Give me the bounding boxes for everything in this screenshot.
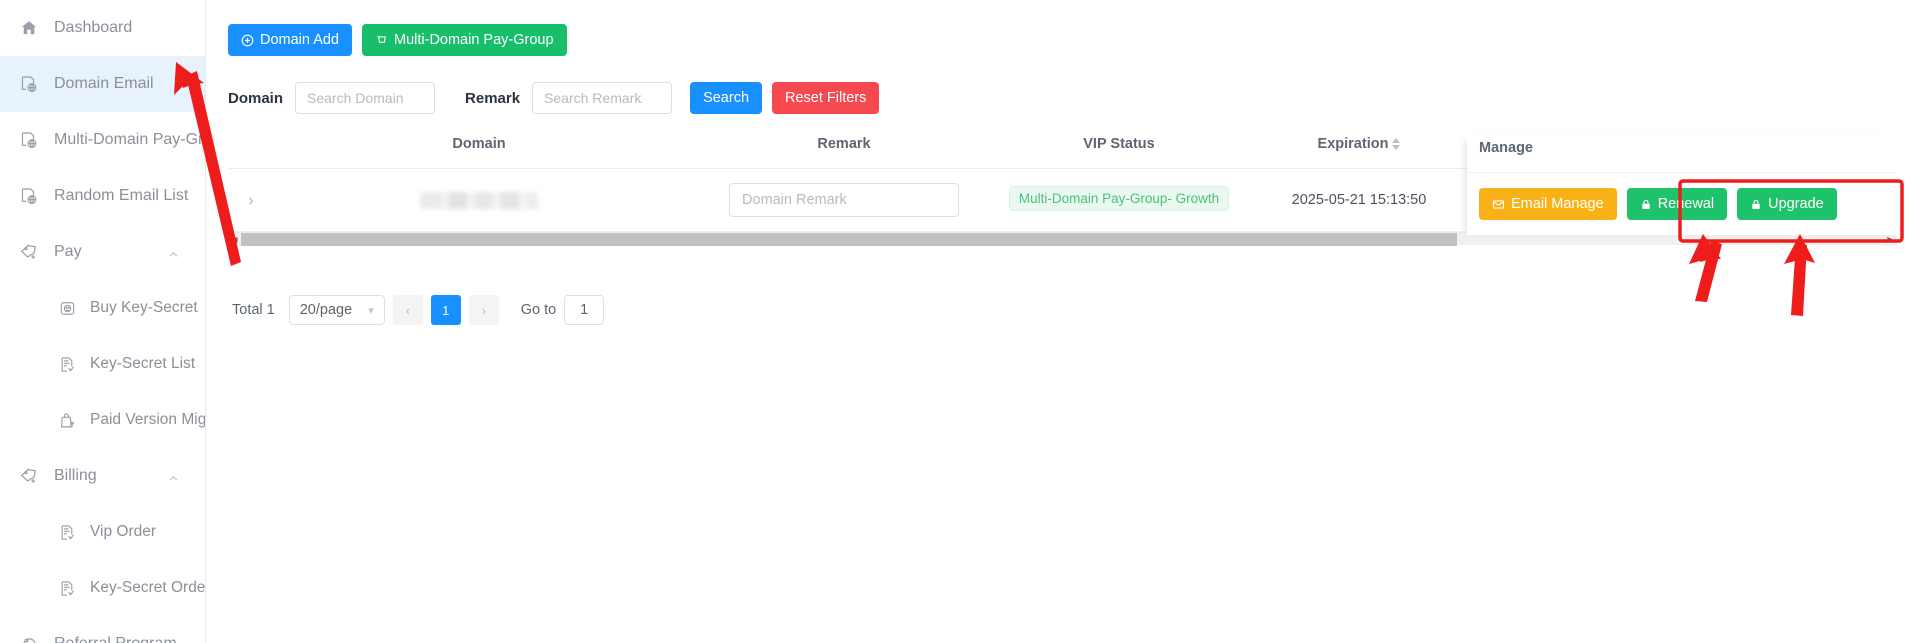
pagination-total: Total 1 [232,302,275,318]
doc-check-icon [56,577,78,599]
chevron-right-icon[interactable]: › [249,190,254,210]
pagination-next-button[interactable]: › [468,295,499,325]
sidebar-item-domain-email[interactable]: Domain Email [0,56,205,112]
sidebar-item-label: Key-Secret Order [90,579,206,596]
manage-fixed-column: Manage Email Manage Renewal Upgrade [1467,136,1897,236]
row-domain-cell [274,168,684,232]
scroll-left-arrow-icon[interactable]: ◀ [228,233,241,246]
reset-filters-label: Reset Filters [785,89,867,106]
sidebar-item-vip-order[interactable]: Vip Order [0,504,205,560]
chevron-down-icon: ▾ [368,304,374,317]
row-expand-cell[interactable]: › [228,168,274,232]
row-manage-cell: Email Manage Renewal Upgrade [1467,173,1897,236]
lock-icon [1640,198,1652,211]
sidebar-item-label: Key-Secret List [90,355,196,372]
pagination-goto-input[interactable] [564,295,605,325]
domain-masked-value [420,191,538,209]
search-button[interactable]: Search [690,82,763,114]
row-remark-cell [684,168,1004,232]
sidebar-item-label: Pay [54,243,82,260]
action-toolbar: Domain Add Multi-Domain Pay-Group [228,0,1895,56]
upgrade-label: Upgrade [1768,195,1824,212]
table-header-expand [228,136,274,169]
search-domain-input[interactable] [295,82,436,114]
sidebar-item-key-secret-order[interactable]: Key-Secret Order [0,560,205,616]
sidebar-item-label: Vip Order [90,523,157,540]
sidebar-item-multi-domain-pay-group[interactable]: Multi-Domain Pay-Group [0,112,205,168]
multi-domain-pay-group-button[interactable]: Multi-Domain Pay-Group [362,24,567,56]
sidebar-item-random-email-list[interactable]: Random Email List [0,168,205,224]
domain-add-label: Domain Add [260,31,339,48]
chevron-up-icon[interactable] [168,249,179,260]
sort-toggle-icon[interactable] [1392,138,1401,151]
sidebar-item-label: Paid Version Migration [90,411,206,428]
table-header-domain: Domain [274,136,684,169]
row-expiration-cell: 2025-05-21 15:13:50 [1234,168,1484,232]
renewal-label: Renewal [1657,195,1715,212]
doc-check-icon [56,521,78,543]
tag-plus-icon [18,465,40,487]
sidebar-item-label: Buy Key-Secret [90,299,198,316]
remark-filter-label: Remark [465,89,521,107]
domain-remark-input[interactable] [729,183,959,217]
renewal-button[interactable]: Renewal [1626,188,1728,220]
sidebar-item-label: Billing [54,467,97,484]
sidebar-item-referral-program[interactable]: Referral Program [0,616,205,643]
sidebar-item-key-secret-list[interactable]: Key-Secret List [0,336,205,392]
lock-icon [1750,198,1762,211]
sidebar-item-label: Dashboard [54,19,133,36]
domain-filter-label: Domain [228,89,284,107]
upgrade-button[interactable]: Upgrade [1737,188,1837,220]
table-header-expiration-label: Expiration [1317,136,1389,152]
bag-up-icon [56,409,78,431]
domain-mail-icon [18,129,40,151]
filter-bar: Domain Remark Search Reset Filters [228,82,1895,114]
pagination-prev-button[interactable]: ‹ [392,295,423,325]
chevron-up-icon[interactable] [168,473,179,484]
sidebar: Dashboard Domain Email Multi-Domain Pay-Gr… [0,0,206,643]
domain-add-button[interactable]: Domain Add [228,24,352,56]
sidebar-item-buy-key-secret[interactable]: Buy Key-Secret [0,280,205,336]
cart-icon [375,34,388,47]
domain-mail-icon [18,73,40,95]
sidebar-item-label: Referral Program [54,635,177,643]
sidebar-item-paid-version-migration[interactable]: Paid Version Migration [0,392,205,448]
domain-table: Domain Remark VIP Status Expiration DNS [228,136,1897,236]
table-header-remark: Remark [684,136,1004,169]
reset-filters-button[interactable]: Reset Filters [772,82,880,114]
sidebar-item-dashboard[interactable]: Dashboard [0,0,205,56]
vip-status-badge: Multi-Domain Pay-Group- Growth [1008,185,1230,211]
app-root: Dashboard Domain Email Multi-Domain Pay-Gr… [0,0,1917,643]
main-content: Domain Add Multi-Domain Pay-Group Domain… [206,0,1917,643]
pagination: Total 1 20/page ▾ ‹ 1 › Go to [228,295,1895,325]
domain-mail-icon [18,185,40,207]
email-manage-label: Email Manage [1511,195,1604,212]
sidebar-item-pay[interactable]: Pay [0,224,205,280]
sidebar-item-label: Random Email List [54,187,189,204]
share-icon [18,633,40,643]
envelope-icon [1492,198,1505,211]
sidebar-item-label: Domain Email [54,75,154,92]
doc-check-icon [56,353,78,375]
page-size-select[interactable]: 20/page ▾ [288,295,385,325]
scrollbar-thumb[interactable] [241,233,1457,246]
sidebar-item-label: Multi-Domain Pay-Group [54,131,205,148]
row-vip-status-cell: Multi-Domain Pay-Group- Growth [1004,168,1234,232]
table-header-manage: Manage [1467,136,1897,173]
search-button-label: Search [703,89,750,106]
email-manage-button[interactable]: Email Manage [1479,188,1617,220]
table-header-vip-status: VIP Status [1004,136,1234,169]
pagination-goto-label: Go to [520,302,557,318]
search-remark-input[interactable] [532,82,673,114]
multi-domain-pay-group-label: Multi-Domain Pay-Group [394,31,554,48]
tag-plus-icon [18,241,40,263]
table-header-expiration[interactable]: Expiration [1234,136,1484,169]
wallet-icon [56,297,78,319]
plus-circle-icon [241,34,254,47]
sidebar-item-billing[interactable]: Billing [0,448,205,504]
home-icon [18,17,40,39]
pagination-page-1[interactable]: 1 [430,295,461,325]
page-size-value: 20/page [299,302,353,318]
